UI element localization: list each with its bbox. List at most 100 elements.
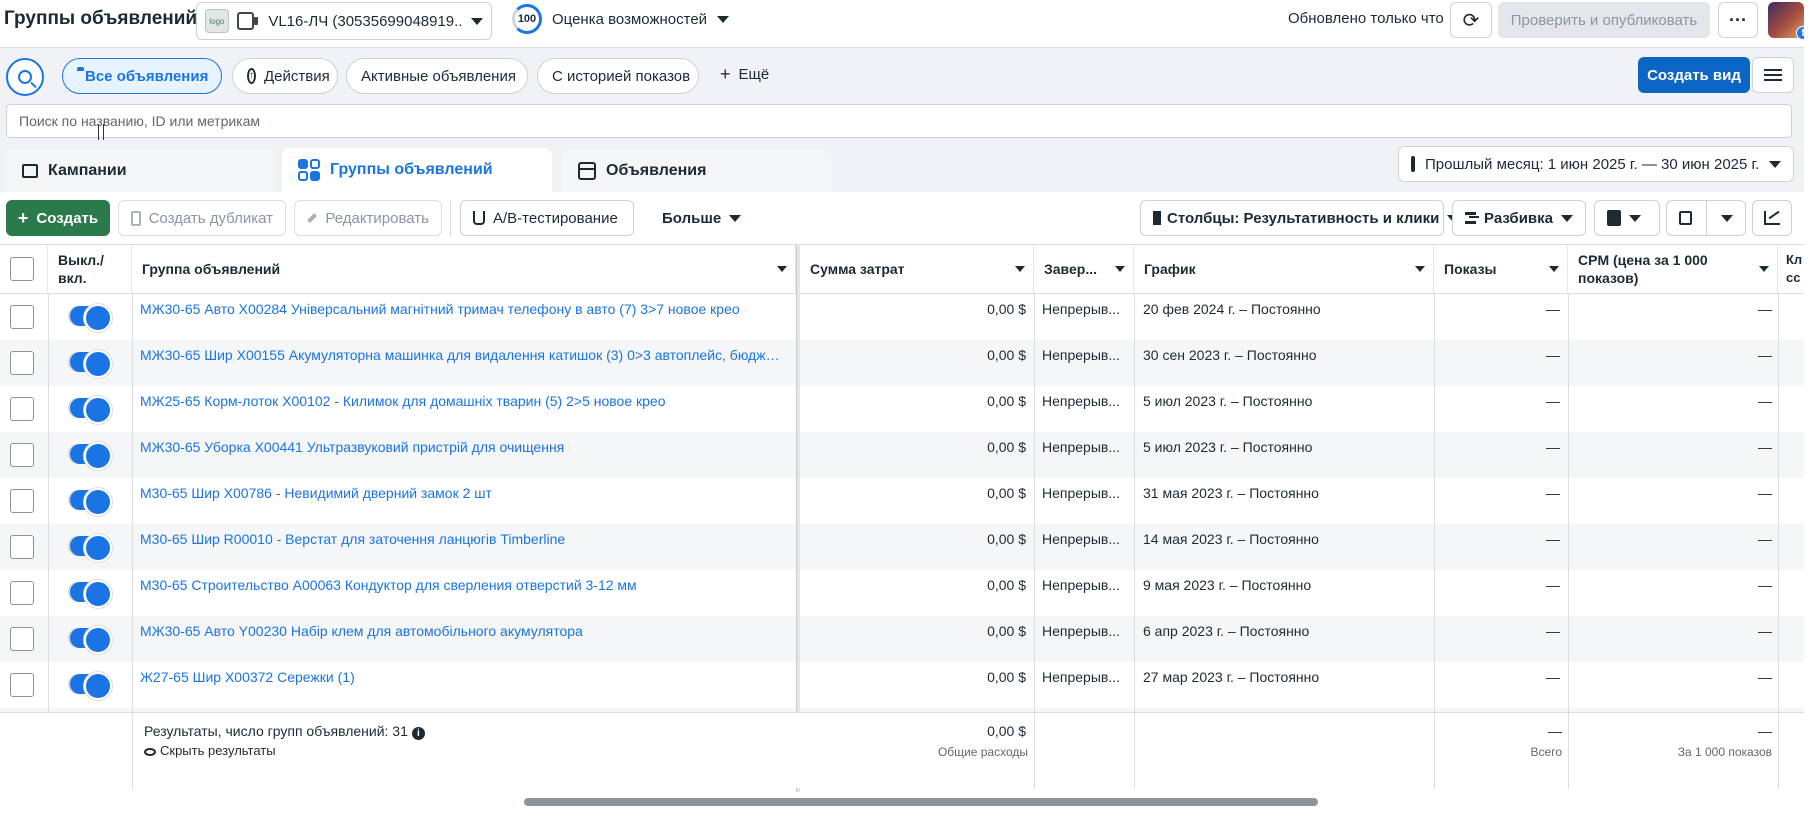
table-row[interactable]: МЖ30-65 Авто X00284 Універсальний магніт… bbox=[0, 294, 1812, 340]
tab-ads-label: Объявления bbox=[606, 162, 707, 179]
ad-set-name-link[interactable]: МЖ25-65 Корм-лоток X00102 - Килимок для … bbox=[140, 386, 784, 432]
export-button[interactable] bbox=[1666, 200, 1746, 236]
row-toggle-switch[interactable] bbox=[70, 626, 112, 654]
table-row[interactable]: Ж27-65 Шир X00372 Сережки (1) 0,00 $ Непре… bbox=[0, 662, 1812, 708]
page-title: Группы объявлений bbox=[4, 8, 198, 29]
column-divider bbox=[1434, 432, 1435, 478]
arrow-up-icon: ↑ bbox=[247, 68, 256, 84]
summary-results-label: Результаты, число групп объявлений: 31 i bbox=[144, 723, 425, 740]
row-checkbox[interactable] bbox=[10, 535, 34, 559]
column-divider bbox=[132, 662, 133, 708]
duplicate-button[interactable]: Создать дубликат bbox=[118, 200, 286, 236]
create-button[interactable]: + Создать bbox=[6, 200, 110, 236]
select-all-checkbox[interactable] bbox=[10, 257, 34, 281]
column-header-impressions[interactable]: Показы bbox=[1434, 245, 1568, 293]
chevron-down-icon bbox=[717, 15, 730, 23]
column-divider bbox=[1034, 340, 1035, 386]
ad-set-name-link[interactable]: МЖ30-65 Шир X00155 Акумуляторна машинка … bbox=[140, 340, 784, 386]
column-header-toggle[interactable]: Выкл./вкл. bbox=[48, 245, 132, 293]
ad-set-name-link[interactable]: Ж27-65 Шир X00372 Сережки (1) bbox=[140, 662, 784, 708]
filter-all-ads[interactable]: Все объявления bbox=[62, 58, 222, 94]
filter-active-ads[interactable]: Активные объявления bbox=[346, 58, 528, 94]
row-toggle-switch[interactable] bbox=[70, 396, 112, 424]
row-toggle-switch[interactable] bbox=[70, 442, 112, 470]
columns-button[interactable]: Столбцы: Результативность и клики bbox=[1140, 200, 1460, 236]
ad-set-name-link[interactable]: М30-65 Шир R00010 - Верстат для заточенн… bbox=[140, 524, 784, 570]
ad-set-name-link[interactable]: М30-65 Строительство A00063 Кондуктор дл… bbox=[140, 570, 784, 616]
row-checkbox[interactable] bbox=[10, 351, 34, 375]
cpm-cell: — bbox=[1758, 347, 1772, 363]
column-header-schedule[interactable]: График bbox=[1134, 245, 1434, 293]
info-icon[interactable]: i bbox=[411, 727, 425, 740]
column-header-schedule-label: График bbox=[1144, 261, 1196, 277]
breakdown-button[interactable]: Разбивка bbox=[1452, 200, 1586, 236]
column-divider bbox=[132, 294, 133, 340]
table-row[interactable]: МЖ30-65 Уборка X00441 Ультразвуковий при… bbox=[0, 432, 1812, 478]
view-settings-button[interactable] bbox=[1752, 57, 1794, 93]
column-header-spend[interactable]: Сумма затрат bbox=[800, 245, 1034, 293]
ad-icon bbox=[578, 162, 596, 180]
row-toggle-switch[interactable] bbox=[70, 304, 112, 332]
ab-test-button[interactable]: A/B-тестирование bbox=[460, 200, 634, 236]
opportunity-score[interactable]: 100 Оценка возможностей bbox=[512, 4, 730, 34]
row-checkbox[interactable] bbox=[10, 443, 34, 467]
ad-set-name-link[interactable]: МЖ30-65 Авто X00284 Універсальний магніт… bbox=[140, 294, 784, 340]
table-row[interactable]: МЖ30-65 Шир X00155 Акумуляторна машинка … bbox=[0, 340, 1812, 386]
create-view-button[interactable]: Создать вид bbox=[1638, 57, 1750, 93]
filter-with-history[interactable]: С историей показов bbox=[537, 58, 699, 94]
more-filters-button[interactable]: + Ещё bbox=[720, 64, 769, 85]
column-divider bbox=[1778, 386, 1779, 432]
horizontal-scrollbar[interactable] bbox=[0, 796, 1812, 806]
row-checkbox[interactable] bbox=[10, 673, 34, 697]
ad-account-icon bbox=[236, 12, 259, 30]
column-divider bbox=[1034, 294, 1035, 340]
review-publish-button[interactable]: Проверить и опубликовать bbox=[1498, 2, 1710, 38]
ad-set-name-link[interactable]: М30-65 Шир X00786 - Невидимий дверний за… bbox=[140, 478, 784, 524]
table-row[interactable]: МЖ25-65 Корм-лоток X00102 - Килимок для … bbox=[0, 386, 1812, 432]
table-row[interactable]: МЖ30-65 Авто Y00230 Набір клем для автом… bbox=[0, 616, 1812, 662]
hide-results-link[interactable]: Скрыть результаты bbox=[144, 743, 276, 758]
reports-button[interactable] bbox=[1594, 200, 1660, 236]
table-row[interactable]: М30-65 Шир R00010 - Верстат для заточенн… bbox=[0, 524, 1812, 570]
tab-ad-sets[interactable]: Группы объявлений bbox=[282, 148, 552, 192]
edit-button[interactable]: Редактировать bbox=[294, 200, 442, 236]
schedule-cell: 5 июл 2023 г. – Постоянно bbox=[1143, 393, 1313, 409]
date-range-picker[interactable]: Прошлый месяц: 1 июн 2025 г. — 30 июн 20… bbox=[1398, 146, 1794, 182]
account-selector[interactable]: logo VL16-ЛЧ (30535699048919... bbox=[196, 2, 492, 40]
column-divider bbox=[1568, 616, 1569, 662]
ad-set-name-link[interactable]: МЖ30-65 Авто Y00230 Набір клем для автом… bbox=[140, 616, 784, 662]
row-checkbox[interactable] bbox=[10, 305, 34, 329]
table-row[interactable]: М30-65 Строительство A00063 Кондуктор дл… bbox=[0, 570, 1812, 616]
column-divider bbox=[1778, 478, 1779, 524]
chevron-down-icon bbox=[1629, 214, 1641, 222]
charts-toggle-button[interactable] bbox=[1752, 200, 1792, 236]
tab-ads[interactable]: Объявления bbox=[562, 150, 832, 192]
column-header-end[interactable]: Завер... bbox=[1034, 245, 1134, 293]
row-toggle-switch[interactable] bbox=[70, 672, 112, 700]
filter-actions-label: Действия bbox=[264, 67, 330, 85]
more-options-button[interactable]: ··· bbox=[1718, 2, 1758, 38]
column-header-cpm[interactable]: CPM (цена за 1 000 показов) bbox=[1568, 245, 1778, 293]
ad-set-name-link[interactable]: МЖ30-65 Уборка X00441 Ультразвуковий при… bbox=[140, 432, 784, 478]
column-divider bbox=[1568, 340, 1569, 386]
row-toggle-switch[interactable] bbox=[70, 534, 112, 562]
row-toggle-switch[interactable] bbox=[70, 580, 112, 608]
row-checkbox[interactable] bbox=[10, 581, 34, 605]
filter-actions[interactable]: ↑ Действия bbox=[232, 58, 338, 94]
column-divider bbox=[132, 570, 133, 616]
more-actions-button[interactable]: Больше bbox=[650, 200, 750, 236]
column-divider bbox=[48, 432, 49, 478]
search-input[interactable] bbox=[6, 104, 1792, 138]
search-toggle-button[interactable] bbox=[6, 58, 44, 96]
row-checkbox[interactable] bbox=[10, 489, 34, 513]
refresh-button[interactable]: ⟳ bbox=[1450, 2, 1492, 38]
horizontal-scrollbar-thumb[interactable] bbox=[524, 798, 1318, 806]
row-checkbox[interactable] bbox=[10, 627, 34, 651]
row-toggle-switch[interactable] bbox=[70, 488, 112, 516]
tab-campaigns[interactable]: Кампании bbox=[6, 150, 274, 192]
table-row[interactable]: М30-65 Шир X00786 - Невидимий дверний за… bbox=[0, 478, 1812, 524]
column-divider bbox=[48, 616, 49, 662]
column-header-name[interactable]: Группа объявлений bbox=[132, 245, 796, 293]
row-checkbox[interactable] bbox=[10, 397, 34, 421]
row-toggle-switch[interactable] bbox=[70, 350, 112, 378]
